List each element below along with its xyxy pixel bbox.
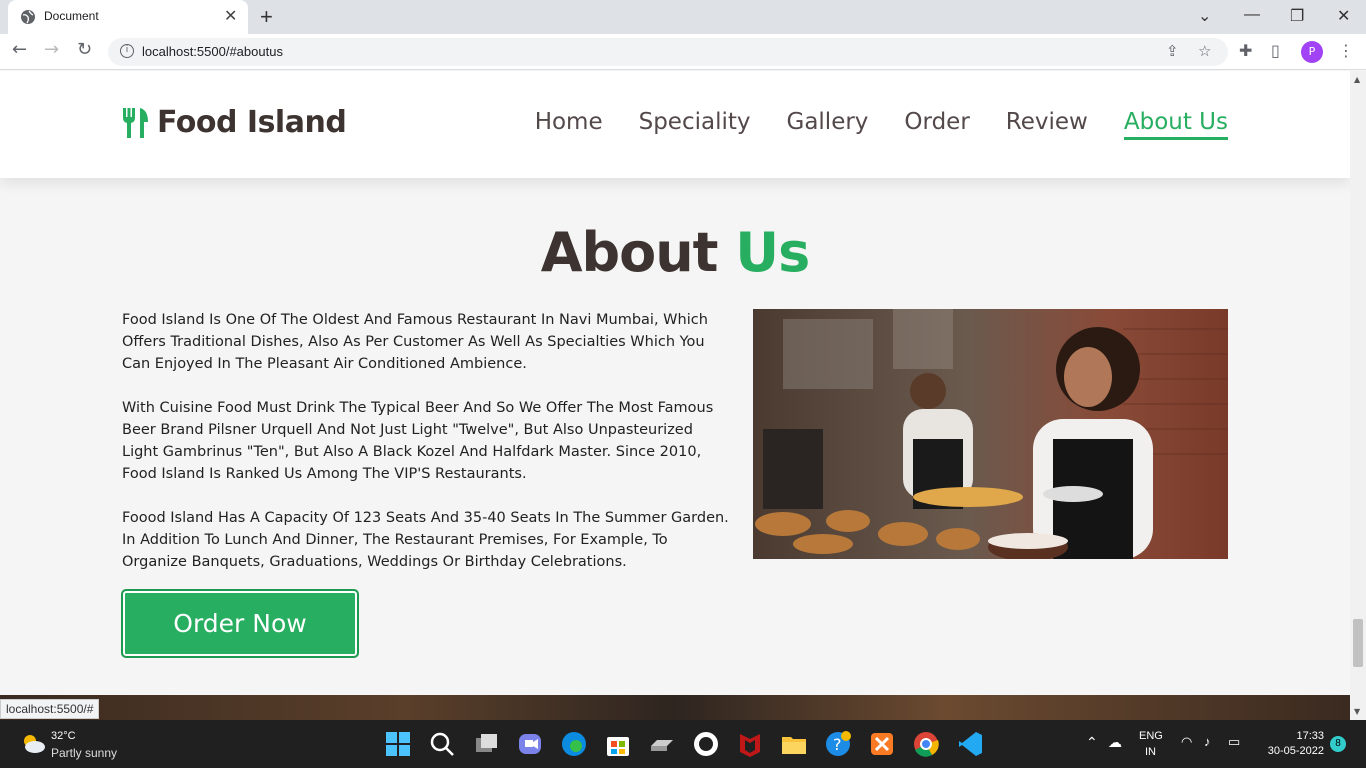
search-icon[interactable]	[428, 730, 456, 758]
teams-chat-icon[interactable]	[516, 730, 544, 758]
onedrive-cloud-icon[interactable]: ☁	[1108, 734, 1122, 751]
weather-description[interactable]: Partly sunny	[51, 746, 117, 760]
tab-title: Document	[44, 9, 99, 23]
weather-temperature[interactable]: 32°C	[51, 730, 76, 742]
tab-search-icon[interactable]: ⌄	[1198, 6, 1211, 26]
clock-date: 30-05-2022	[1267, 745, 1324, 757]
mcafee-icon[interactable]	[736, 730, 764, 758]
wifi-icon[interactable]: ◠	[1181, 734, 1192, 750]
scroll-thumb[interactable]	[1353, 619, 1363, 667]
bakery-staff-photo	[753, 309, 1228, 559]
region-indicator[interactable]: IN	[1145, 746, 1156, 758]
new-tab-icon[interactable]: +	[260, 4, 273, 30]
windows-taskbar: 32°C Partly sunny ? ⌃ ☁ ENG IN ◠ ♪ ▭ 17:…	[0, 720, 1366, 768]
maximize-icon[interactable]: ❐	[1290, 6, 1304, 26]
tab-close-icon[interactable]: ✕	[224, 7, 237, 25]
reload-icon[interactable]: ↻	[77, 39, 92, 60]
task-view-icon[interactable]	[472, 730, 500, 758]
file-explorer-icon[interactable]	[780, 730, 808, 758]
drive-icon[interactable]	[648, 730, 676, 758]
scroll-up-icon[interactable]: ▲	[1354, 75, 1360, 84]
site-header: Food Island Home Speciality Gallery Orde…	[0, 71, 1350, 178]
microsoft-store-icon[interactable]	[604, 730, 632, 758]
chrome-icon[interactable]	[912, 730, 940, 758]
show-hidden-icons-icon[interactable]: ⌃	[1086, 734, 1098, 751]
main-nav: Home Speciality Gallery Order Review Abo…	[499, 109, 1228, 140]
next-section-preview	[0, 695, 1350, 720]
nav-gallery[interactable]: Gallery	[787, 109, 869, 140]
extensions-icon[interactable]: ✚	[1239, 41, 1252, 60]
partly-sunny-icon	[24, 735, 45, 753]
nav-speciality[interactable]: Speciality	[639, 109, 751, 140]
about-paragraph-1: Food Island Is One Of The Oldest And Fam…	[122, 312, 708, 372]
close-window-icon[interactable]: ✕	[1337, 6, 1350, 26]
minimize-icon[interactable]: —	[1244, 6, 1260, 24]
clock-time: 17:33	[1296, 730, 1324, 742]
address-bar[interactable]: i localhost:5500/#aboutus ⇪ ☆	[108, 38, 1228, 66]
menu-kebab-icon[interactable]: ⋮	[1338, 41, 1354, 60]
nav-order[interactable]: Order	[904, 109, 969, 140]
about-paragraph-2: With Cuisine Food Must Drink The Typical…	[122, 400, 714, 482]
windows-start-icon[interactable]	[384, 730, 412, 758]
nav-about-us[interactable]: About Us	[1123, 109, 1228, 140]
page-scrollbar[interactable]: ▲ ▼	[1350, 71, 1366, 720]
about-heading: About Us	[0, 221, 1350, 284]
side-panel-icon[interactable]: ▯	[1271, 41, 1280, 60]
github-icon[interactable]	[692, 730, 720, 758]
browser-tabbar: Document ✕ + ⌄ — ❐ ✕	[0, 0, 1366, 34]
help-icon[interactable]: ?	[824, 730, 852, 758]
back-icon[interactable]: ←	[12, 39, 27, 60]
forward-icon[interactable]: →	[44, 39, 59, 60]
nav-home[interactable]: Home	[535, 109, 603, 140]
globe-icon	[21, 10, 35, 24]
xampp-icon[interactable]	[868, 730, 896, 758]
about-heading-main: About	[540, 221, 736, 284]
share-icon[interactable]: ⇪	[1166, 42, 1179, 60]
status-url-tooltip: localhost:5500/#	[0, 699, 100, 719]
site-logo[interactable]: Food Island	[121, 105, 347, 140]
edge-browser-icon[interactable]	[560, 730, 588, 758]
vscode-icon[interactable]	[956, 730, 984, 758]
logo-text: Food Island	[157, 105, 347, 140]
language-indicator[interactable]: ENG	[1139, 730, 1163, 742]
svg-text:?: ?	[833, 735, 842, 754]
bookmark-star-icon[interactable]: ☆	[1198, 42, 1211, 60]
clock[interactable]: 17:33 30-05-2022	[1258, 729, 1324, 759]
about-heading-accent: Us	[735, 221, 810, 284]
utensils-icon	[123, 107, 148, 138]
order-now-button[interactable]: Order Now	[121, 589, 359, 658]
site-info-icon[interactable]: i	[120, 44, 134, 58]
nav-review[interactable]: Review	[1006, 109, 1088, 140]
page-viewport: Food Island Home Speciality Gallery Orde…	[0, 71, 1350, 720]
scroll-down-icon[interactable]: ▼	[1354, 707, 1360, 716]
browser-tab[interactable]: Document ✕	[8, 0, 248, 34]
notification-badge[interactable]: 8	[1330, 736, 1346, 752]
profile-avatar[interactable]: P	[1301, 41, 1323, 63]
browser-toolbar: ← → ↻ i localhost:5500/#aboutus ⇪ ☆ ✚ ▯ …	[0, 34, 1366, 70]
about-text: Food Island Is One Of The Oldest And Fam…	[122, 309, 732, 595]
url-text[interactable]: localhost:5500/#aboutus	[142, 44, 283, 59]
about-paragraph-3: Foood Island Has A Capacity Of 123 Seats…	[122, 510, 729, 570]
battery-icon[interactable]: ▭	[1228, 734, 1240, 750]
volume-icon[interactable]: ♪	[1204, 734, 1211, 749]
